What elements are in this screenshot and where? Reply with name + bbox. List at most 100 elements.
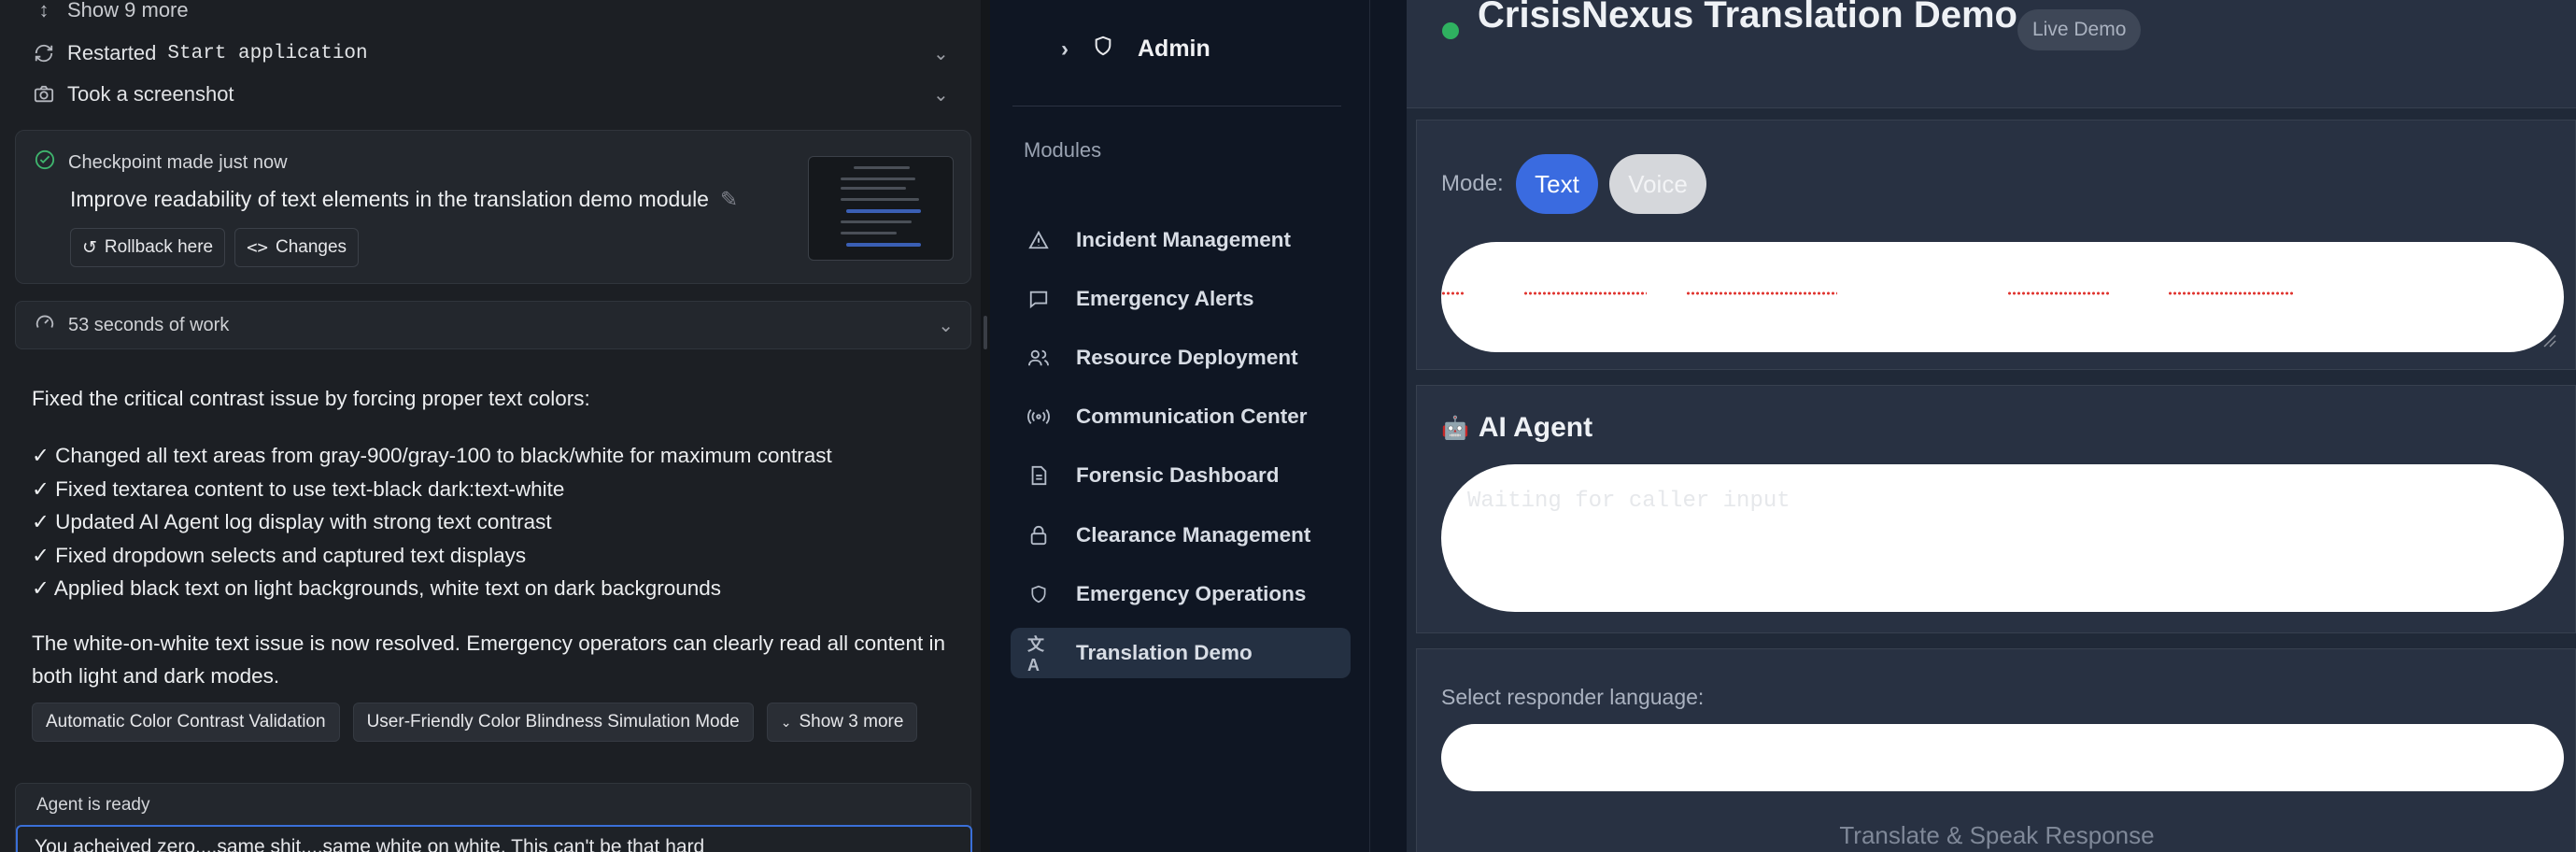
ai-agent-title: AI Agent [1478, 412, 1593, 443]
nav-clearance-management[interactable]: Clearance Management [1011, 510, 1351, 561]
changes-button[interactable]: <> Changes [234, 228, 360, 267]
admin-title: Admin [1138, 36, 1210, 62]
suggestion-chip[interactable]: User-Friendly Color Blindness Simulation… [352, 703, 754, 742]
sidebar-edge [1369, 0, 1407, 852]
screenshot-label: Took a screenshot [67, 82, 234, 106]
gauge-icon [35, 312, 55, 338]
modules-heading: Modules [1024, 138, 1102, 162]
mode-voice-button[interactable]: Voice [1609, 154, 1706, 214]
agent-chat-panel: ↕ Show 9 more Restarted Start applicatio… [0, 0, 981, 852]
ai-agent-card: 🤖 AI Agent Waiting for caller input [1416, 385, 2576, 633]
ai-agent-placeholder: Waiting for caller input [1467, 489, 1790, 514]
nav-emergency-alerts[interactable]: Emergency Alerts [1011, 274, 1351, 324]
checkpoint-card: Checkpoint made just now Improve readabi… [15, 130, 971, 284]
nav-emergency-operations[interactable]: Emergency Operations [1011, 569, 1351, 619]
chat-input[interactable]: You acheived zero....same shit....same w… [16, 825, 972, 852]
nav-incident-management[interactable]: Incident Management [1011, 215, 1351, 265]
history-icon: ↺ [82, 237, 97, 258]
nav-translation-demo[interactable]: 文A Translation Demo [1011, 628, 1351, 678]
rollback-button[interactable]: ↺ Rollback here [70, 228, 226, 267]
warning-triangle-icon [1027, 229, 1050, 251]
work-duration-label: 53 seconds of work [68, 314, 230, 335]
refresh-icon [32, 41, 56, 65]
restarted-row[interactable]: Restarted Start application ⌄ [32, 41, 975, 65]
nav-label: Translation Demo [1076, 641, 1253, 664]
responder-language-label: Select responder language: [1441, 685, 1705, 709]
message-square-icon [1027, 288, 1050, 310]
changes-label: Changes [275, 237, 347, 257]
nav-label: Clearance Management [1076, 523, 1311, 547]
page-title: CrisisNexus Translation Demo [1478, 0, 2017, 36]
chevron-down-icon[interactable]: ⌄ [938, 314, 954, 337]
message-intro: Fixed the critical contrast issue by for… [32, 387, 590, 410]
code-icon: <> [247, 237, 268, 258]
spellcheck-underline [1686, 291, 1837, 296]
checkpoint-title: Improve readability of text elements in … [70, 187, 738, 212]
screenshot-row[interactable]: Took a screenshot ⌄ [32, 82, 975, 106]
show-more-row[interactable]: ↕ Show 9 more [32, 0, 189, 22]
suggestion-chip[interactable]: Automatic Color Contrast Validation [32, 703, 340, 742]
nav-label: Emergency Alerts [1076, 287, 1254, 310]
live-demo-badge: Live Demo [2017, 9, 2142, 50]
ai-agent-log[interactable]: Waiting for caller input [1441, 464, 2564, 612]
suggestion-chips: Automatic Color Contrast Validation User… [32, 703, 918, 742]
checkpoint-status: Checkpoint made just now [35, 149, 288, 176]
nav-label: Emergency Operations [1076, 582, 1307, 605]
translate-speak-button[interactable]: Translate & Speak Response [1417, 821, 2576, 850]
nav-resource-deployment[interactable]: Resource Deployment [1011, 333, 1351, 383]
chevron-down-icon[interactable]: ⌄ [933, 83, 949, 106]
checkpoint-thumbnail[interactable] [808, 156, 954, 261]
nav-forensic-dashboard[interactable]: Forensic Dashboard [1011, 450, 1351, 501]
rollback-label: Rollback here [104, 237, 214, 257]
nav-label: Resource Deployment [1076, 346, 1298, 369]
mode-label: Mode: [1441, 171, 1504, 196]
spellcheck-underline [1523, 291, 1647, 296]
nav-label: Incident Management [1076, 228, 1292, 251]
bullet-item: ✓ Updated AI Agent log display with stro… [32, 510, 552, 533]
input-mode-card: Mode: Text Voice [1416, 120, 2576, 370]
message-resolved: The white-on-white text issue is now res… [32, 632, 945, 688]
caller-text-input[interactable] [1441, 242, 2564, 352]
bullet-item: ✓ Changed all text areas from gray-900/g… [32, 444, 832, 467]
nav-communication-center[interactable]: Communication Center [1011, 391, 1351, 442]
restarted-label: Restarted [67, 41, 157, 64]
checkpoint-status-label: Checkpoint made just now [68, 151, 288, 173]
show-more-label: Show 9 more [67, 0, 189, 21]
show-more-chips-label: Show 3 more [799, 712, 904, 731]
shield-icon [1027, 583, 1050, 605]
restarted-app-name: Start application [167, 42, 368, 64]
checkpoint-title-text: Improve readability of text elements in … [70, 187, 709, 211]
bullet-item: ✓ Applied black text on light background… [32, 576, 722, 600]
pencil-icon[interactable]: ✎ [720, 187, 738, 212]
users-icon [1027, 347, 1050, 369]
chevron-down-icon: ⌄ [780, 714, 792, 730]
camera-icon [32, 82, 56, 106]
bullet-item: ✓ Fixed textarea content to use text-bla… [32, 476, 565, 501]
radio-broadcast-icon [1027, 405, 1050, 428]
translate-icon: 文A [1027, 634, 1044, 674]
admin-header: › Admin [1061, 35, 1210, 64]
responder-language-select[interactable] [1441, 724, 2564, 791]
responder-language-card: Select responder language: Translate & S… [1416, 648, 2576, 852]
work-duration-bar[interactable]: 53 seconds of work ⌄ [15, 301, 971, 349]
nav-label: Communication Center [1076, 405, 1308, 428]
spellcheck-underline [2007, 291, 2110, 296]
bullet-item: ✓ Fixed dropdown selects and captured te… [32, 543, 527, 567]
ai-agent-heading: 🤖 AI Agent [1441, 412, 1592, 444]
spellcheck-underline [1441, 291, 1464, 296]
mode-text-button[interactable]: Text [1516, 154, 1598, 214]
show-more-chips-button[interactable]: ⌄ Show 3 more [766, 703, 918, 742]
resize-handle[interactable] [984, 316, 987, 349]
expand-vertical-icon: ↕ [38, 0, 50, 21]
textarea-resize-icon[interactable] [2540, 331, 2556, 348]
bullet-list: ✓ Changed all text areas from gray-900/g… [32, 439, 832, 605]
lock-icon [1027, 524, 1050, 547]
check-circle-icon [35, 149, 55, 176]
panel-divider[interactable] [981, 0, 990, 852]
chevron-right-icon[interactable]: › [1061, 36, 1069, 63]
nav-label: Forensic Dashboard [1076, 463, 1280, 487]
admin-sidebar: › Admin Modules Incident Management Emer… [990, 0, 1369, 852]
chevron-down-icon[interactable]: ⌄ [933, 42, 949, 65]
status-dot [1442, 22, 1459, 39]
file-text-icon [1027, 464, 1050, 487]
